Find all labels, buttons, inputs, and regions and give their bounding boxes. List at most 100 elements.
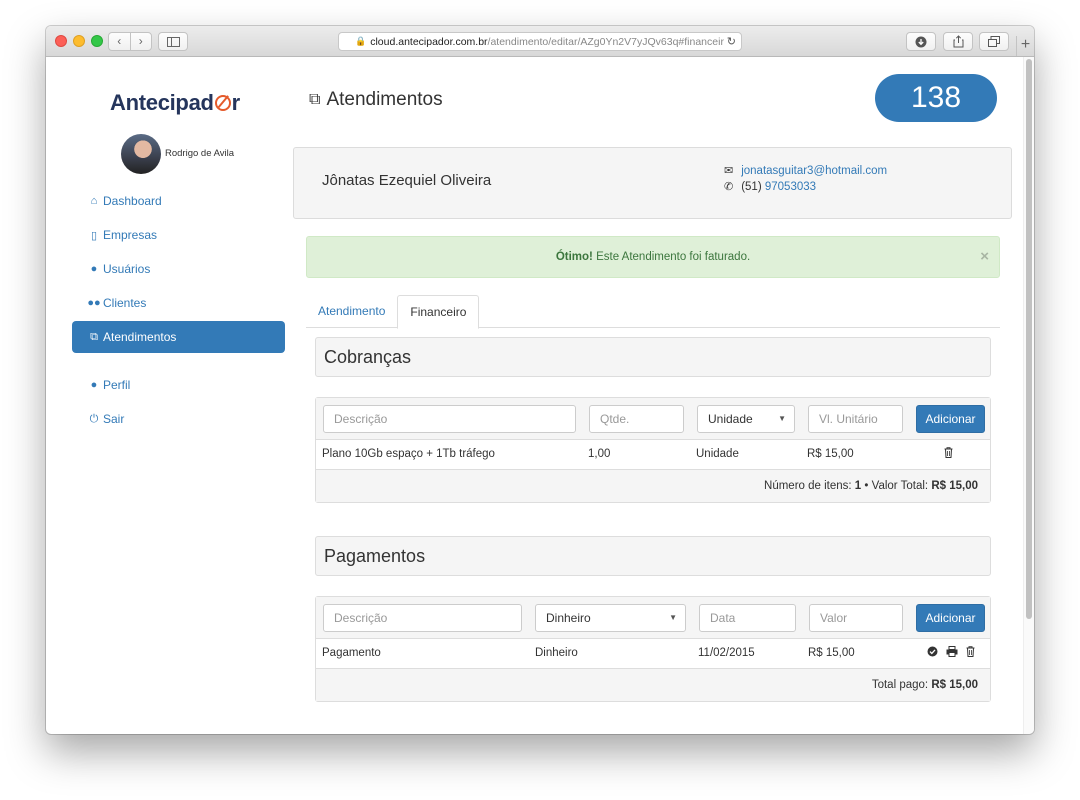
total-items-label: Número de itens:: [764, 480, 852, 492]
history-nav: ‹ ›: [108, 32, 152, 51]
sidebar-icon: [166, 36, 180, 47]
back-icon[interactable]: ‹: [109, 33, 131, 50]
total-paid-value: R$ 15,00: [931, 679, 978, 691]
row-descricao: Plano 10Gb espaço + 1Tb tráfego: [322, 448, 495, 460]
row-qtde: 1,00: [588, 448, 611, 460]
user-icon: ●: [90, 263, 98, 275]
add-pagamento-button[interactable]: Adicionar: [916, 604, 985, 632]
pagamentos-total: Total pago: R$ 15,00: [316, 669, 990, 701]
address-bar[interactable]: 🔒 cloud.antecipador.com.br/atendimento/e…: [338, 32, 742, 51]
forward-icon[interactable]: ›: [131, 33, 152, 50]
sidebar-toggle-button[interactable]: [158, 32, 188, 51]
download-button[interactable]: [906, 32, 936, 51]
reload-icon[interactable]: ↻: [727, 35, 736, 48]
sidebar-item-perfil[interactable]: ● Perfil: [72, 369, 285, 401]
client-panel: Jônatas Ezequiel Oliveira ✉ jonatasguita…: [293, 147, 1012, 219]
share-button[interactable]: [943, 32, 973, 51]
user-name: Rodrigo de Avila: [165, 148, 235, 159]
trash-icon[interactable]: [944, 447, 953, 458]
phone-area-code: (51): [741, 181, 762, 193]
lock-icon: 🔒: [355, 36, 367, 46]
show-tabs-button[interactable]: [979, 32, 1009, 51]
browser-titlebar: ‹ › 🔒 cloud.antecipador.com.br/atendimen…: [46, 26, 1034, 57]
tabs-icon: [988, 36, 1000, 47]
total-paid-label: Total pago:: [871, 679, 929, 691]
page-title-text: Atendimentos: [326, 89, 443, 110]
share-icon: [953, 35, 963, 48]
check-circle-icon[interactable]: [927, 646, 938, 657]
avatar: [121, 134, 161, 174]
logo-text: Antecipad: [110, 90, 214, 115]
browser-window: ‹ › 🔒 cloud.antecipador.com.br/atendimen…: [46, 26, 1034, 734]
cobrancas-panel: Descrição Qtde. Unidade ▼ Vl. Unitário A…: [315, 397, 991, 503]
minimize-window-button[interactable]: [73, 35, 85, 47]
sidebar-item-empresas[interactable]: ▯ Empresas: [72, 219, 285, 251]
page-title: ⧉ Atendimentos: [309, 89, 443, 111]
phone-number-link[interactable]: 97053033: [765, 181, 816, 193]
sidebar-item-sair[interactable]: ⏻ Sair: [72, 403, 285, 435]
row-forma: Dinheiro: [535, 647, 578, 659]
pagamento-forma-select[interactable]: Dinheiro ▼: [535, 604, 686, 632]
add-cobranca-button[interactable]: Adicionar: [916, 405, 985, 433]
zoom-window-button[interactable]: [91, 35, 103, 47]
row-actions: [927, 646, 975, 657]
page-scrollbar[interactable]: [1023, 57, 1034, 734]
atendimento-number-badge: 138: [875, 74, 997, 122]
cobrancas-total: Número de itens: 1 • Valor Total: R$ 15,…: [316, 470, 990, 502]
client-phone: ✆ (51) 97053033: [724, 180, 816, 193]
url-domain: cloud.antecipador.com.br: [370, 35, 488, 48]
new-tab-button[interactable]: +: [1016, 36, 1034, 56]
sidebar-item-label: Perfil: [103, 378, 131, 392]
download-icon: [915, 36, 927, 47]
tab-atendimento[interactable]: Atendimento: [306, 295, 397, 328]
sidebar-item-atendimentos[interactable]: ⧉ Atendimentos: [72, 321, 285, 353]
print-icon[interactable]: [946, 646, 958, 657]
cobranca-descricao-input[interactable]: Descrição: [323, 405, 576, 433]
forma-selected-value: Dinheiro: [546, 611, 591, 625]
cobranca-unidade-select[interactable]: Unidade ▼: [697, 405, 795, 433]
sidebar-item-label: Empresas: [103, 228, 158, 242]
pagamentos-form: Descrição Dinheiro ▼ Data Valor Adiciona…: [316, 597, 990, 639]
trash-icon[interactable]: [966, 646, 975, 657]
chevron-down-icon: ▼: [778, 414, 786, 423]
pagamento-descricao-input[interactable]: Descrição: [323, 604, 522, 632]
row-valor: R$ 15,00: [808, 647, 855, 659]
sidebar-item-dashboard[interactable]: ⌂ Dashboard: [72, 185, 285, 217]
cobranca-qtde-input[interactable]: Qtde.: [589, 405, 684, 433]
row-descricao: Pagamento: [322, 647, 381, 659]
scrollbar-thumb[interactable]: [1026, 59, 1032, 619]
brand-logo[interactable]: Antecipad r: [110, 90, 240, 116]
row-actions: [944, 447, 953, 458]
total-separator: •: [864, 480, 869, 492]
close-window-button[interactable]: [55, 35, 67, 47]
tab-financeiro[interactable]: Financeiro: [397, 295, 480, 329]
copy-icon: ⧉: [309, 91, 321, 108]
sidebar-item-clientes[interactable]: ●● Clientes: [72, 287, 285, 319]
power-icon: ⏻: [89, 412, 99, 425]
pagamento-valor-input[interactable]: Valor: [809, 604, 903, 632]
row-data: 11/02/2015: [698, 647, 755, 659]
sidebar-item-label: Atendimentos: [103, 330, 177, 344]
row-valor: R$ 15,00: [807, 448, 854, 460]
pagamentos-panel: Descrição Dinheiro ▼ Data Valor Adiciona…: [315, 596, 991, 702]
success-alert: Ótimo! Este Atendimento foi faturado. ×: [306, 236, 1000, 278]
logo-suffix: r: [231, 90, 241, 115]
cobrancas-total-text: Número de itens: 1 • Valor Total: R$ 15,…: [764, 480, 978, 492]
home-icon: ⌂: [90, 195, 98, 207]
phone-icon: ✆: [724, 181, 734, 193]
total-value-label: Valor Total:: [871, 480, 929, 492]
tab-bar: Atendimento Financeiro: [306, 295, 1000, 329]
row-unidade: Unidade: [696, 448, 739, 460]
client-email-link[interactable]: jonatasguitar3@hotmail.com: [741, 165, 887, 177]
sidebar-item-label: Clientes: [103, 296, 147, 310]
close-icon[interactable]: ×: [980, 237, 989, 277]
pagamento-data-input[interactable]: Data: [699, 604, 796, 632]
sidebar-item-label: Sair: [103, 412, 125, 426]
sidebar-item-usuarios[interactable]: ● Usuários: [72, 253, 285, 285]
building-icon: ▯: [90, 229, 98, 242]
cobranca-valor-unitario-input[interactable]: Vl. Unitário: [808, 405, 903, 433]
client-name: Jônatas Ezequiel Oliveira: [322, 172, 492, 189]
page-content: Antecipad r Rodrigo de Avila ⌂ Dashboard …: [46, 58, 1023, 734]
envelope-icon: ✉: [724, 165, 734, 177]
